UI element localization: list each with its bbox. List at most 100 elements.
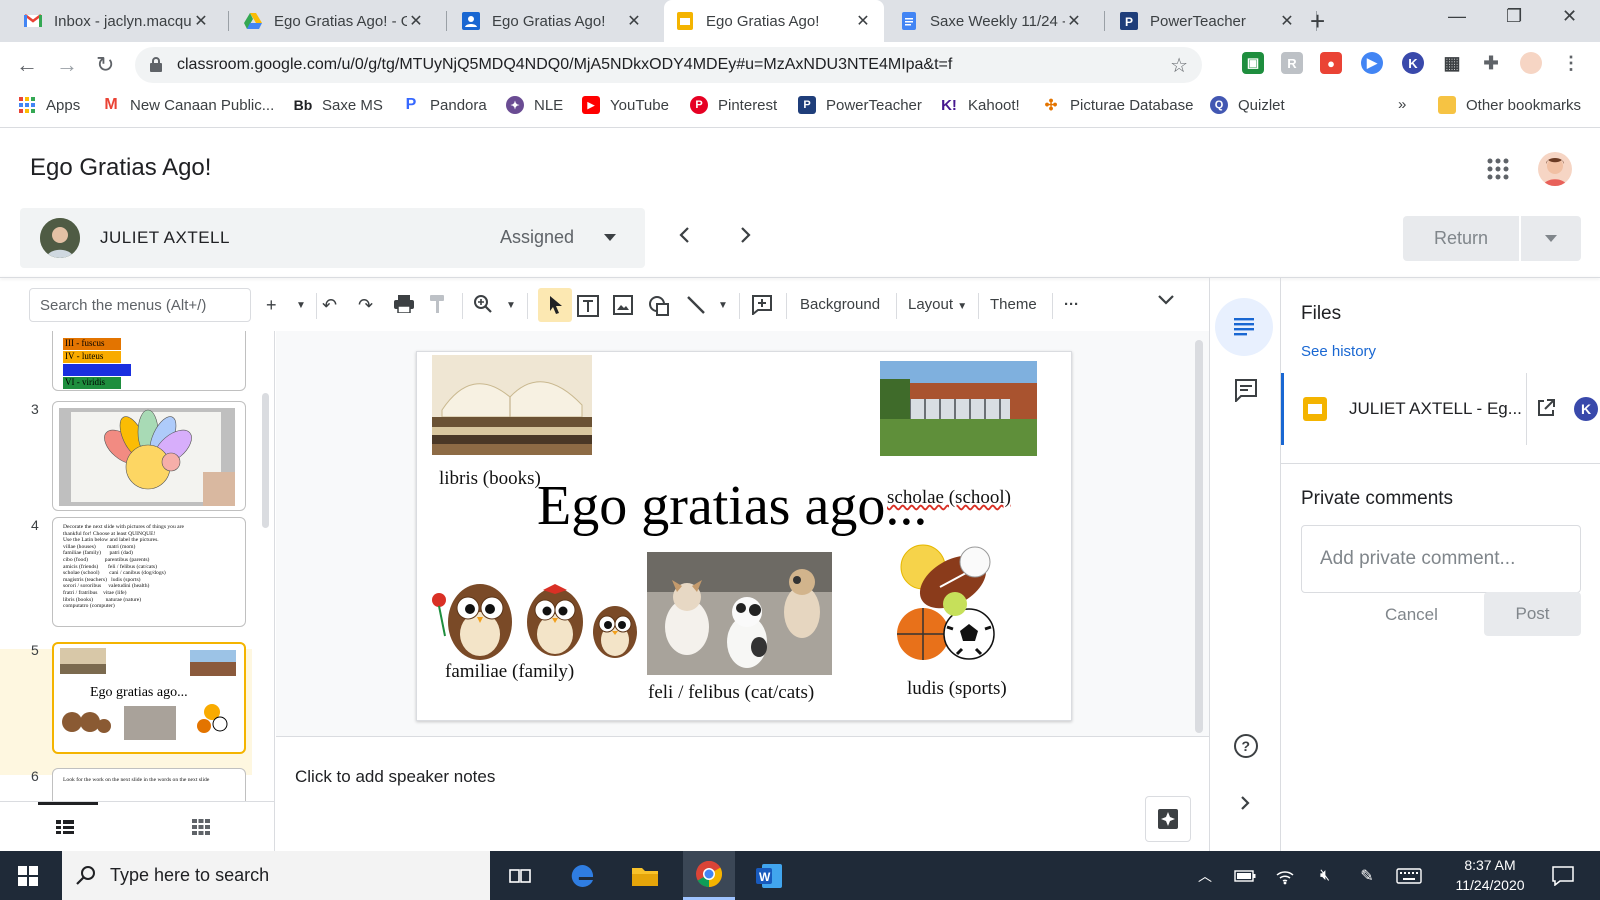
paint-format-icon[interactable]: [430, 295, 446, 313]
help-icon[interactable]: ?: [1233, 733, 1259, 759]
keyboard-icon[interactable]: [1392, 859, 1426, 893]
background-button[interactable]: Background: [800, 296, 880, 313]
grid-extension-icon[interactable]: ▦: [1441, 52, 1463, 74]
speaker-notes[interactable]: Click to add speaker notes: [276, 736, 1210, 851]
return-options-button[interactable]: [1521, 216, 1581, 261]
caption-sports[interactable]: ludis (sports): [907, 678, 1007, 700]
slide-thumbnail-5-selected[interactable]: Ego gratias ago...: [52, 642, 246, 754]
screencastify-icon[interactable]: ▶: [1361, 52, 1383, 74]
minimize-button[interactable]: —: [1448, 6, 1466, 27]
chrome-menu-icon[interactable]: ⋮: [1560, 52, 1582, 74]
new-tab-button[interactable]: +: [1310, 6, 1325, 37]
zoom-caret-icon[interactable]: ▼: [506, 300, 516, 311]
file-name[interactable]: JULIET AXTELL - Eg...: [1349, 399, 1522, 419]
slide-title[interactable]: Ego gratias ago...: [537, 474, 927, 538]
system-tray-chevron-icon[interactable]: ︿: [1188, 859, 1222, 893]
bookmark-picturae[interactable]: ✣ Picturae Database: [1042, 96, 1194, 115]
bookmarks-overflow[interactable]: »: [1398, 96, 1406, 113]
undo-icon[interactable]: ↶: [322, 295, 337, 316]
select-tool[interactable]: [538, 288, 572, 322]
add-comment-icon[interactable]: [752, 295, 772, 315]
extension-badge-icon[interactable]: ●: [1320, 52, 1342, 74]
attached-file[interactable]: JULIET AXTELL - Eg... K: [1281, 373, 1600, 445]
grid-view-icon[interactable]: [192, 819, 210, 835]
cats-image[interactable]: [647, 552, 832, 675]
system-clock[interactable]: 8:37 AM 11/24/2020: [1440, 855, 1540, 895]
bookmark-quizlet[interactable]: Q Quizlet: [1210, 96, 1285, 114]
current-slide[interactable]: libris (books) scholae (school) Ego grat…: [416, 351, 1072, 721]
battery-icon[interactable]: [1228, 859, 1262, 893]
cancel-button[interactable]: Cancel: [1385, 605, 1438, 625]
bookmark-kahoot[interactable]: K! Kahoot!: [940, 96, 1020, 114]
owl-family-image[interactable]: [425, 572, 645, 662]
student-selector[interactable]: JULIET AXTELL Assigned: [20, 208, 645, 268]
bookmark-apps[interactable]: Apps: [18, 96, 80, 114]
post-button[interactable]: Post: [1484, 592, 1581, 636]
bookmark-pinterest[interactable]: P Pinterest: [690, 96, 777, 114]
chrome-taskbar-icon[interactable]: [683, 851, 735, 900]
task-view-icon[interactable]: [503, 859, 537, 893]
filmstrip-scrollbar[interactable]: [262, 393, 269, 528]
school-image[interactable]: [880, 361, 1037, 456]
sports-balls-image[interactable]: [895, 542, 1005, 664]
insert-image-icon[interactable]: [613, 295, 633, 315]
tab-powerteacher[interactable]: P PowerTeacher ✕: [1108, 0, 1308, 42]
wifi-icon[interactable]: [1268, 859, 1302, 893]
canvas-scrollbar[interactable]: [1195, 340, 1203, 733]
redo-icon[interactable]: ↷: [358, 295, 373, 316]
more-options-button[interactable]: ···: [1064, 296, 1079, 313]
close-icon[interactable]: ✕: [854, 11, 872, 31]
books-image[interactable]: [432, 355, 592, 455]
comments-icon[interactable]: [1234, 378, 1258, 402]
tab-classroom[interactable]: Ego Gratias Ago! ✕: [450, 0, 655, 42]
extension-green-icon[interactable]: ▣: [1242, 52, 1264, 74]
bookmark-new-canaan[interactable]: M New Canaan Public...: [102, 96, 274, 114]
new-slide-button[interactable]: +: [266, 295, 277, 316]
expand-panel-icon[interactable]: [1240, 795, 1250, 811]
windows-start-icon[interactable]: [18, 866, 38, 886]
caption-books[interactable]: libris (books): [439, 468, 541, 490]
files-panel-tab[interactable]: [1215, 298, 1273, 356]
see-history-link[interactable]: See history: [1301, 343, 1376, 360]
close-icon[interactable]: ✕: [1065, 11, 1083, 31]
shape-icon[interactable]: [648, 295, 670, 317]
tab-slides-active[interactable]: Ego Gratias Ago! ✕: [664, 0, 884, 42]
notification-center-icon[interactable]: [1546, 859, 1580, 893]
back-button[interactable]: ←: [16, 52, 38, 78]
slide-thumbnail-2[interactable]: III - fuscus IV - luteus V - caeruleus V…: [52, 331, 246, 391]
tab-drive[interactable]: Ego Gratias Ago! - G ✕: [232, 0, 437, 42]
bookmark-star-icon[interactable]: ☆: [1170, 53, 1188, 78]
account-avatar[interactable]: [1538, 152, 1572, 186]
line-icon[interactable]: [686, 295, 706, 315]
collapse-toolbar-icon[interactable]: [1158, 295, 1174, 305]
profile-avatar-icon[interactable]: [1520, 52, 1542, 74]
menu-search-input[interactable]: Search the menus (Alt+/): [29, 288, 251, 322]
puzzle-extensions-icon[interactable]: ✚: [1480, 52, 1502, 74]
edge-icon[interactable]: [566, 859, 600, 893]
return-button[interactable]: Return: [1403, 216, 1519, 261]
zoom-icon[interactable]: [474, 295, 492, 313]
window-close-button[interactable]: ✕: [1562, 6, 1577, 27]
tab-gmail[interactable]: Inbox - jaclyn.macqu ✕: [12, 0, 222, 42]
explore-button[interactable]: [1145, 796, 1191, 842]
filmstrip-view-icon[interactable]: [56, 820, 74, 834]
bookmark-pandora[interactable]: P Pandora: [402, 96, 487, 114]
file-explorer-icon[interactable]: [628, 859, 662, 893]
slide-thumbnail-3[interactable]: [52, 401, 246, 511]
taskbar-search[interactable]: Type here to search: [62, 851, 490, 900]
bookmark-saxe-ms[interactable]: Bb Saxe MS: [294, 96, 383, 114]
address-bar[interactable]: classroom.google.com/u/0/g/tg/MTUyNjQ5MD…: [135, 47, 1202, 83]
text-box-icon[interactable]: [577, 295, 599, 317]
close-icon[interactable]: ✕: [407, 11, 425, 31]
new-slide-caret-icon[interactable]: ▼: [296, 300, 306, 311]
other-bookmarks[interactable]: Other bookmarks: [1438, 96, 1581, 114]
layout-button[interactable]: Layout ▼: [908, 296, 967, 313]
extension-gray-icon[interactable]: R: [1281, 52, 1303, 74]
slide-thumbnail-6[interactable]: Look for the work on the next slide in t…: [52, 768, 246, 801]
line-caret-icon[interactable]: ▼: [718, 300, 728, 311]
word-icon[interactable]: W: [752, 859, 786, 893]
theme-button[interactable]: Theme: [990, 296, 1037, 313]
open-in-new-icon[interactable]: [1536, 398, 1556, 418]
bookmark-youtube[interactable]: ▶ YouTube: [582, 96, 669, 114]
bookmark-nle[interactable]: ✦ NLE: [506, 96, 563, 114]
